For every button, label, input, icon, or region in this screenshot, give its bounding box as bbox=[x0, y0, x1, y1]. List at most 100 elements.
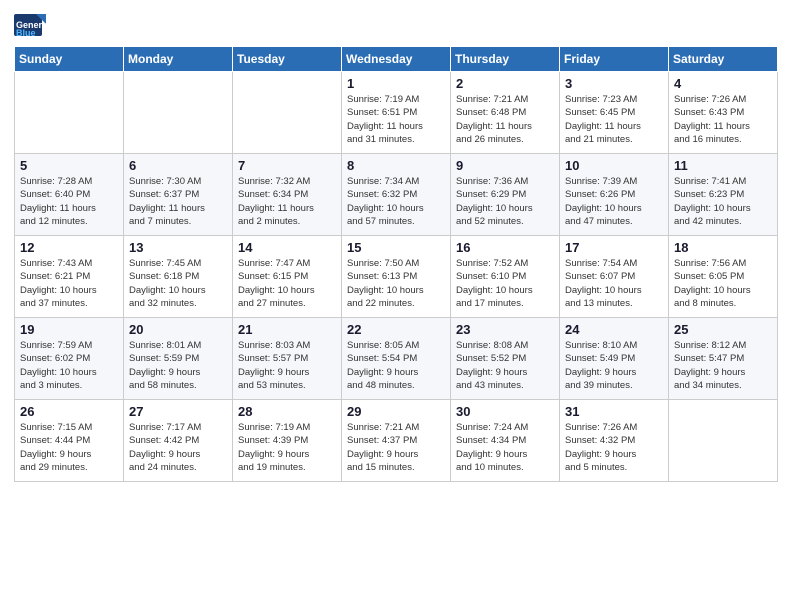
day-number: 16 bbox=[456, 240, 554, 255]
day-info: Sunrise: 7:59 AM Sunset: 6:02 PM Dayligh… bbox=[20, 339, 118, 392]
day-info: Sunrise: 7:19 AM Sunset: 4:39 PM Dayligh… bbox=[238, 421, 336, 474]
calendar-cell: 29 Sunrise: 7:21 AM Sunset: 4:37 PM Dayli… bbox=[342, 400, 451, 482]
day-number: 29 bbox=[347, 404, 445, 419]
calendar-cell: 15 Sunrise: 7:50 AM Sunset: 6:13 PM Dayli… bbox=[342, 236, 451, 318]
day-number: 1 bbox=[347, 76, 445, 91]
weekday-header: Sunday bbox=[15, 47, 124, 72]
calendar-cell: 31Sunrise: 7:26 AM Sunset: 4:32 PM Dayli… bbox=[560, 400, 669, 482]
calendar-cell: 27 Sunrise: 7:17 AM Sunset: 4:42 PM Dayli… bbox=[124, 400, 233, 482]
calendar-cell: 3 Sunrise: 7:23 AM Sunset: 6:45 PM Daylig… bbox=[560, 72, 669, 154]
day-info: Sunrise: 7:28 AM Sunset: 6:40 PM Dayligh… bbox=[20, 175, 118, 228]
calendar-cell: 23 Sunrise: 8:08 AM Sunset: 5:52 PM Dayli… bbox=[451, 318, 560, 400]
day-number: 7 bbox=[238, 158, 336, 173]
calendar-cell: 17 Sunrise: 7:54 AM Sunset: 6:07 PM Dayli… bbox=[560, 236, 669, 318]
calendar-cell: 25Sunrise: 8:12 AM Sunset: 5:47 PM Dayli… bbox=[669, 318, 778, 400]
calendar-cell: 18 Sunrise: 7:56 AM Sunset: 6:05 PM Dayli… bbox=[669, 236, 778, 318]
day-number: 12 bbox=[20, 240, 118, 255]
day-info: Sunrise: 7:45 AM Sunset: 6:18 PM Dayligh… bbox=[129, 257, 227, 310]
day-info: Sunrise: 8:03 AM Sunset: 5:57 PM Dayligh… bbox=[238, 339, 336, 392]
calendar-week-row: 1 Sunrise: 7:19 AM Sunset: 6:51 PM Daylig… bbox=[15, 72, 778, 154]
weekday-header: Thursday bbox=[451, 47, 560, 72]
day-number: 2 bbox=[456, 76, 554, 91]
calendar-cell: 10Sunrise: 7:39 AM Sunset: 6:26 PM Dayli… bbox=[560, 154, 669, 236]
day-number: 30 bbox=[456, 404, 554, 419]
day-info: Sunrise: 7:39 AM Sunset: 6:26 PM Dayligh… bbox=[565, 175, 663, 228]
weekday-header: Tuesday bbox=[233, 47, 342, 72]
calendar-cell bbox=[15, 72, 124, 154]
calendar-week-row: 5 Sunrise: 7:28 AM Sunset: 6:40 PM Daylig… bbox=[15, 154, 778, 236]
calendar-cell: 1 Sunrise: 7:19 AM Sunset: 6:51 PM Daylig… bbox=[342, 72, 451, 154]
day-info: Sunrise: 7:17 AM Sunset: 4:42 PM Dayligh… bbox=[129, 421, 227, 474]
calendar-week-row: 19 Sunrise: 7:59 AM Sunset: 6:02 PM Dayli… bbox=[15, 318, 778, 400]
day-number: 21 bbox=[238, 322, 336, 337]
day-info: Sunrise: 7:21 AM Sunset: 6:48 PM Dayligh… bbox=[456, 93, 554, 146]
day-number: 13 bbox=[129, 240, 227, 255]
weekday-header-row: SundayMondayTuesdayWednesdayThursdayFrid… bbox=[15, 47, 778, 72]
calendar-cell: 28 Sunrise: 7:19 AM Sunset: 4:39 PM Dayli… bbox=[233, 400, 342, 482]
day-info: Sunrise: 7:52 AM Sunset: 6:10 PM Dayligh… bbox=[456, 257, 554, 310]
header: General Blue bbox=[14, 10, 778, 40]
day-number: 20 bbox=[129, 322, 227, 337]
day-info: Sunrise: 7:43 AM Sunset: 6:21 PM Dayligh… bbox=[20, 257, 118, 310]
day-info: Sunrise: 7:32 AM Sunset: 6:34 PM Dayligh… bbox=[238, 175, 336, 228]
calendar-cell: 6 Sunrise: 7:30 AM Sunset: 6:37 PM Daylig… bbox=[124, 154, 233, 236]
calendar-cell bbox=[669, 400, 778, 482]
svg-text:Blue: Blue bbox=[16, 28, 36, 38]
weekday-header: Wednesday bbox=[342, 47, 451, 72]
day-info: Sunrise: 7:56 AM Sunset: 6:05 PM Dayligh… bbox=[674, 257, 772, 310]
day-info: Sunrise: 7:15 AM Sunset: 4:44 PM Dayligh… bbox=[20, 421, 118, 474]
calendar-week-row: 12 Sunrise: 7:43 AM Sunset: 6:21 PM Dayli… bbox=[15, 236, 778, 318]
day-info: Sunrise: 7:47 AM Sunset: 6:15 PM Dayligh… bbox=[238, 257, 336, 310]
page-container: General Blue SundayMondayTuesdayWednesda… bbox=[0, 0, 792, 612]
day-info: Sunrise: 7:19 AM Sunset: 6:51 PM Dayligh… bbox=[347, 93, 445, 146]
calendar-cell: 20 Sunrise: 8:01 AM Sunset: 5:59 PM Dayli… bbox=[124, 318, 233, 400]
calendar-cell: 14 Sunrise: 7:47 AM Sunset: 6:15 PM Dayli… bbox=[233, 236, 342, 318]
day-number: 5 bbox=[20, 158, 118, 173]
day-info: Sunrise: 7:50 AM Sunset: 6:13 PM Dayligh… bbox=[347, 257, 445, 310]
calendar-cell: 9Sunrise: 7:36 AM Sunset: 6:29 PM Daylig… bbox=[451, 154, 560, 236]
day-info: Sunrise: 8:10 AM Sunset: 5:49 PM Dayligh… bbox=[565, 339, 663, 392]
day-number: 23 bbox=[456, 322, 554, 337]
calendar-cell: 13 Sunrise: 7:45 AM Sunset: 6:18 PM Dayli… bbox=[124, 236, 233, 318]
day-info: Sunrise: 7:54 AM Sunset: 6:07 PM Dayligh… bbox=[565, 257, 663, 310]
day-number: 28 bbox=[238, 404, 336, 419]
day-info: Sunrise: 7:24 AM Sunset: 4:34 PM Dayligh… bbox=[456, 421, 554, 474]
day-info: Sunrise: 8:01 AM Sunset: 5:59 PM Dayligh… bbox=[129, 339, 227, 392]
day-info: Sunrise: 7:30 AM Sunset: 6:37 PM Dayligh… bbox=[129, 175, 227, 228]
weekday-header: Monday bbox=[124, 47, 233, 72]
day-number: 22 bbox=[347, 322, 445, 337]
weekday-header: Friday bbox=[560, 47, 669, 72]
day-number: 17 bbox=[565, 240, 663, 255]
weekday-header: Saturday bbox=[669, 47, 778, 72]
day-info: Sunrise: 7:21 AM Sunset: 4:37 PM Dayligh… bbox=[347, 421, 445, 474]
calendar-cell: 2 Sunrise: 7:21 AM Sunset: 6:48 PM Daylig… bbox=[451, 72, 560, 154]
day-number: 3 bbox=[565, 76, 663, 91]
day-number: 11 bbox=[674, 158, 772, 173]
calendar-cell: 26Sunrise: 7:15 AM Sunset: 4:44 PM Dayli… bbox=[15, 400, 124, 482]
calendar-cell: 11 Sunrise: 7:41 AM Sunset: 6:23 PM Dayli… bbox=[669, 154, 778, 236]
calendar-cell: 22Sunrise: 8:05 AM Sunset: 5:54 PM Dayli… bbox=[342, 318, 451, 400]
calendar-cell: 21 Sunrise: 8:03 AM Sunset: 5:57 PM Dayli… bbox=[233, 318, 342, 400]
calendar-week-row: 26Sunrise: 7:15 AM Sunset: 4:44 PM Dayli… bbox=[15, 400, 778, 482]
calendar-cell: 4Sunrise: 7:26 AM Sunset: 6:43 PM Daylig… bbox=[669, 72, 778, 154]
day-number: 4 bbox=[674, 76, 772, 91]
calendar-cell: 7 Sunrise: 7:32 AM Sunset: 6:34 PM Daylig… bbox=[233, 154, 342, 236]
calendar-cell: 19 Sunrise: 7:59 AM Sunset: 6:02 PM Dayli… bbox=[15, 318, 124, 400]
calendar-cell: 12 Sunrise: 7:43 AM Sunset: 6:21 PM Dayli… bbox=[15, 236, 124, 318]
calendar-table: SundayMondayTuesdayWednesdayThursdayFrid… bbox=[14, 46, 778, 482]
day-info: Sunrise: 7:36 AM Sunset: 6:29 PM Dayligh… bbox=[456, 175, 554, 228]
day-number: 24 bbox=[565, 322, 663, 337]
day-number: 6 bbox=[129, 158, 227, 173]
day-info: Sunrise: 8:08 AM Sunset: 5:52 PM Dayligh… bbox=[456, 339, 554, 392]
day-info: Sunrise: 7:23 AM Sunset: 6:45 PM Dayligh… bbox=[565, 93, 663, 146]
day-number: 19 bbox=[20, 322, 118, 337]
calendar-cell: 24 Sunrise: 8:10 AM Sunset: 5:49 PM Dayli… bbox=[560, 318, 669, 400]
day-number: 27 bbox=[129, 404, 227, 419]
day-number: 18 bbox=[674, 240, 772, 255]
calendar-cell: 16 Sunrise: 7:52 AM Sunset: 6:10 PM Dayli… bbox=[451, 236, 560, 318]
day-number: 14 bbox=[238, 240, 336, 255]
day-number: 15 bbox=[347, 240, 445, 255]
calendar-cell bbox=[233, 72, 342, 154]
logo: General Blue bbox=[14, 14, 46, 40]
day-info: Sunrise: 7:41 AM Sunset: 6:23 PM Dayligh… bbox=[674, 175, 772, 228]
